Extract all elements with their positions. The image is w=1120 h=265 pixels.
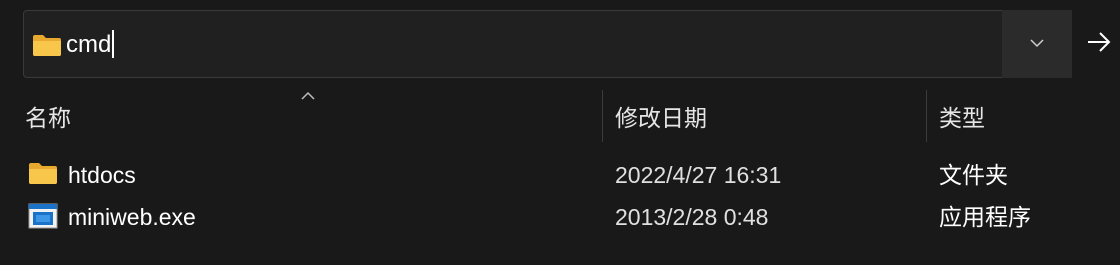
exe-icon bbox=[28, 203, 58, 234]
go-button[interactable] bbox=[1078, 10, 1120, 78]
folder-icon bbox=[28, 161, 58, 190]
address-history-dropdown-button[interactable] bbox=[1002, 10, 1072, 78]
column-header-date-modified[interactable]: 修改日期 bbox=[615, 102, 707, 134]
column-divider[interactable] bbox=[926, 90, 927, 142]
file-row-htdocs[interactable]: htdocs 2022/4/27 16:31 文件夹 bbox=[0, 155, 1120, 195]
column-divider[interactable] bbox=[602, 90, 603, 142]
file-name: miniweb.exe bbox=[68, 204, 196, 230]
column-header-name[interactable]: 名称 bbox=[25, 102, 71, 134]
address-bar[interactable]: cmd bbox=[23, 10, 1025, 78]
file-type: 文件夹 bbox=[939, 162, 1008, 188]
column-header-type[interactable]: 类型 bbox=[939, 102, 985, 134]
file-name: htdocs bbox=[68, 162, 136, 188]
folder-icon bbox=[32, 33, 62, 62]
file-modified-date: 2013/2/28 0:48 bbox=[615, 204, 769, 230]
address-text: cmd bbox=[66, 31, 112, 58]
file-modified-date: 2022/4/27 16:31 bbox=[615, 162, 782, 188]
address-input[interactable]: cmd bbox=[66, 29, 115, 61]
arrow-right-icon bbox=[1086, 31, 1112, 58]
sort-ascending-icon bbox=[300, 88, 316, 106]
chevron-down-icon bbox=[1029, 35, 1045, 53]
text-caret bbox=[112, 29, 115, 58]
file-row-miniweb-exe[interactable]: miniweb.exe 2013/2/28 0:48 应用程序 bbox=[0, 197, 1120, 237]
file-explorer: cmd 名称 修改日期 类型 htdocs 2022/4/27 16:31 文件… bbox=[0, 0, 1120, 265]
file-type: 应用程序 bbox=[939, 204, 1031, 230]
